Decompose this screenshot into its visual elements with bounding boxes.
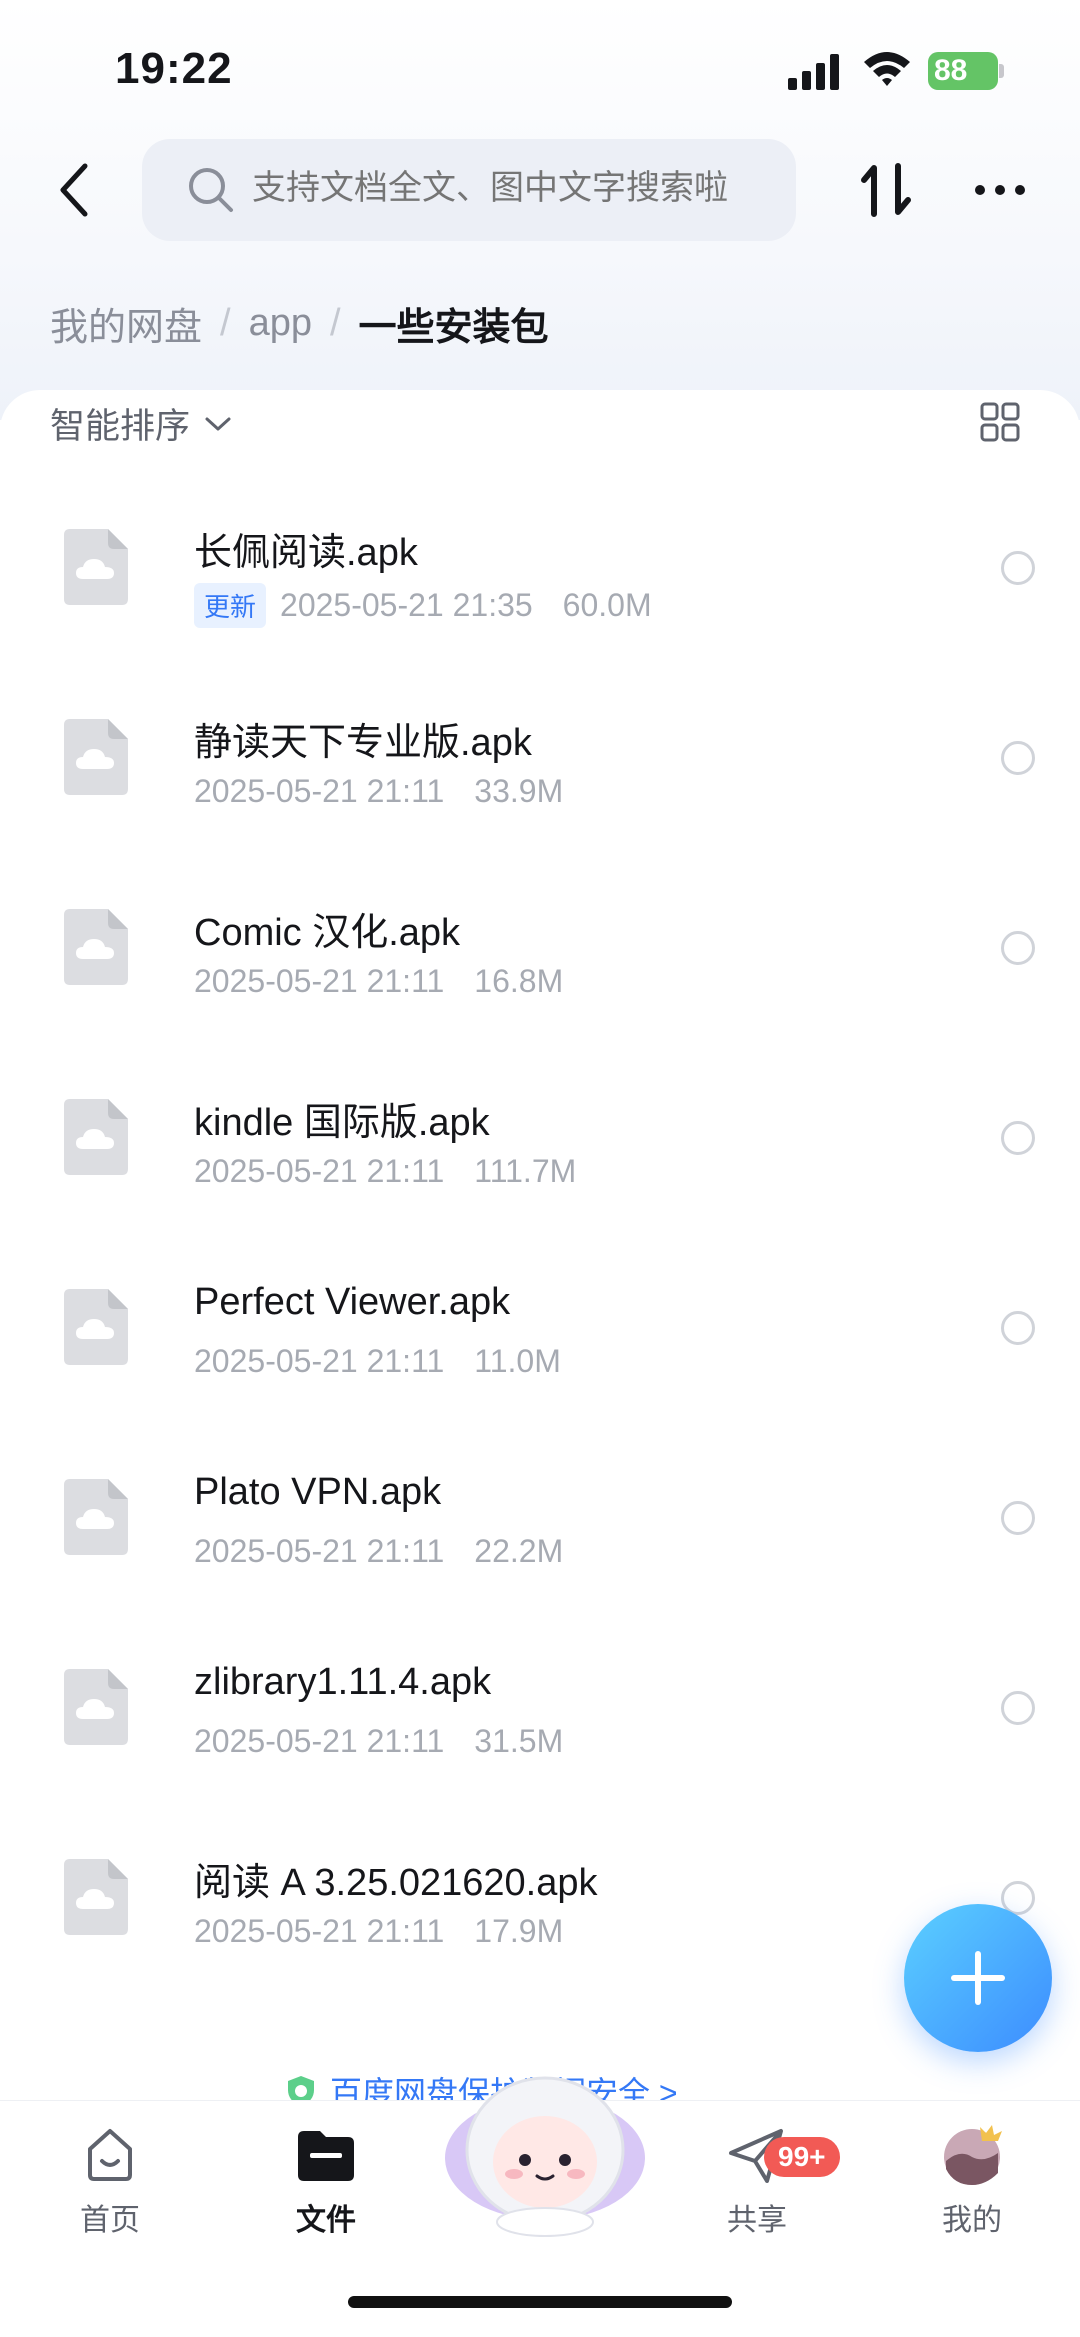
file-meta: 2025-05-21 21:11 17.9M (194, 1913, 563, 1950)
file-name: Plato VPN.apk (194, 1471, 442, 1513)
battery-level: 88 (934, 54, 968, 87)
file-meta: 更新 2025-05-21 21:35 60.0M (194, 583, 652, 628)
folder-icon (298, 2131, 354, 2181)
file-date: 2025-05-21 21:11 (194, 963, 445, 999)
tab-home[interactable]: 首页 (35, 2123, 185, 2243)
file-date: 2025-05-21 21:35 (280, 587, 533, 623)
home-icon (88, 2129, 132, 2181)
file-row[interactable]: 静读天下专业版.apk 2025-05-21 21:11 33.9M (0, 667, 1080, 857)
file-row[interactable]: Comic 汉化.apk 2025-05-21 21:11 16.8M (0, 857, 1080, 1047)
tab-profile[interactable]: 我的 (897, 2123, 1047, 2243)
add-button[interactable] (904, 1904, 1052, 2052)
status-bar: 19:22 88 (0, 0, 1080, 130)
file-row[interactable]: 长佩阅读.apk 更新 2025-05-21 21:35 60.0M (0, 477, 1080, 667)
plus-icon (951, 1951, 1005, 2005)
file-name: 长佩阅读.apk (194, 532, 418, 574)
tab-share[interactable]: 99+ 共享 (682, 2123, 840, 2243)
cellular-signal-icon (788, 54, 839, 90)
breadcrumb-item-root[interactable]: 我的网盘 (50, 296, 202, 351)
file-size: 33.9M (474, 773, 564, 809)
file-size: 111.7M (474, 1153, 577, 1189)
search-bar[interactable] (142, 139, 796, 241)
file-row[interactable]: zlibrary1.11.4.apk 2025-05-21 21:11 31.5… (0, 1617, 1080, 1807)
file-name: 静读天下专业版.apk (194, 722, 532, 764)
more-options-icon[interactable] (972, 180, 1028, 200)
file-meta: 2025-05-21 21:11 16.8M (194, 963, 563, 1000)
file-name: kindle 国际版.apk (194, 1102, 490, 1144)
file-date: 2025-05-21 21:11 (194, 1153, 445, 1189)
battery-tip (999, 64, 1004, 78)
mascot-icon[interactable] (440, 2058, 650, 2238)
file-size: 60.0M (562, 587, 652, 623)
select-radio[interactable] (1001, 931, 1035, 965)
select-radio[interactable] (1001, 1691, 1035, 1725)
tab-home-label: 首页 (80, 2204, 140, 2237)
file-meta: 2025-05-21 21:11 11.0M (194, 1343, 561, 1380)
sort-label: 智能排序 (50, 407, 191, 446)
file-row[interactable]: Plato VPN.apk 2025-05-21 21:11 22.2M (0, 1427, 1080, 1617)
share-badge: 99+ (764, 2137, 840, 2177)
wifi-icon (864, 52, 910, 86)
file-meta: 2025-05-21 21:11 33.9M (194, 773, 563, 810)
file-list: 长佩阅读.apk 更新 2025-05-21 21:35 60.0M 静读天下专… (0, 477, 1080, 1997)
file-date: 2025-05-21 21:11 (194, 1913, 445, 1949)
grid-view-icon[interactable] (980, 402, 1020, 442)
tab-files-label: 文件 (296, 2204, 356, 2237)
tab-share-label: 共享 (727, 2204, 787, 2237)
battery-indicator: 88 (928, 52, 1004, 90)
search-icon (189, 168, 233, 212)
update-tag: 更新 (194, 583, 267, 628)
tab-files[interactable]: 文件 (251, 2123, 401, 2243)
breadcrumb-separator: / (329, 302, 341, 344)
file-size: 11.0M (474, 1343, 561, 1379)
file-cloud-icon (64, 719, 128, 795)
select-radio[interactable] (1001, 1501, 1035, 1535)
select-radio[interactable] (1001, 551, 1035, 585)
search-input[interactable] (252, 169, 772, 208)
file-cloud-icon (64, 1289, 128, 1365)
file-size: 16.8M (474, 963, 564, 999)
breadcrumb-item-app[interactable]: app (249, 302, 312, 345)
file-date: 2025-05-21 21:11 (194, 1723, 445, 1759)
file-size: 17.9M (474, 1913, 564, 1949)
breadcrumb: 我的网盘 / app / 一些安装包 (50, 296, 549, 351)
file-size: 31.5M (474, 1723, 564, 1759)
file-meta: 2025-05-21 21:11 31.5M (194, 1723, 563, 1760)
chevron-down-icon (205, 417, 231, 430)
file-cloud-icon (64, 1099, 128, 1175)
file-cloud-icon (64, 1669, 128, 1745)
tab-profile-label: 我的 (942, 2204, 1002, 2237)
file-name: 阅读 A 3.25.021620.apk (194, 1862, 598, 1904)
status-time: 19:22 (115, 44, 233, 93)
file-date: 2025-05-21 21:11 (194, 1343, 445, 1379)
file-meta: 2025-05-21 21:11 111.7M (194, 1153, 576, 1190)
file-cloud-icon (64, 529, 128, 605)
file-row[interactable]: Perfect Viewer.apk 2025-05-21 21:11 11.0… (0, 1237, 1080, 1427)
avatar (944, 2125, 1002, 2185)
file-cloud-icon (64, 1859, 128, 1935)
file-row[interactable]: kindle 国际版.apk 2025-05-21 21:11 111.7M (0, 1047, 1080, 1237)
breadcrumb-separator: / (220, 302, 231, 344)
back-arrow-icon[interactable] (55, 160, 95, 220)
home-indicator (348, 2296, 732, 2308)
select-radio[interactable] (1001, 741, 1035, 775)
breadcrumb-item-current: 一些安装包 (358, 307, 549, 349)
file-name: Comic 汉化.apk (194, 912, 461, 954)
sort-icon[interactable] (858, 160, 914, 220)
file-date: 2025-05-21 21:11 (194, 1533, 445, 1569)
file-name: Perfect Viewer.apk (194, 1281, 511, 1323)
select-radio[interactable] (1001, 1311, 1035, 1345)
file-date: 2025-05-21 21:11 (194, 773, 445, 809)
file-cloud-icon (64, 1479, 128, 1555)
file-meta: 2025-05-21 21:11 22.2M (194, 1533, 563, 1570)
file-name: zlibrary1.11.4.apk (194, 1661, 492, 1703)
select-radio[interactable] (1001, 1121, 1035, 1155)
file-cloud-icon (64, 909, 128, 985)
file-size: 22.2M (474, 1533, 564, 1569)
sort-dropdown[interactable]: 智能排序 (50, 398, 232, 449)
